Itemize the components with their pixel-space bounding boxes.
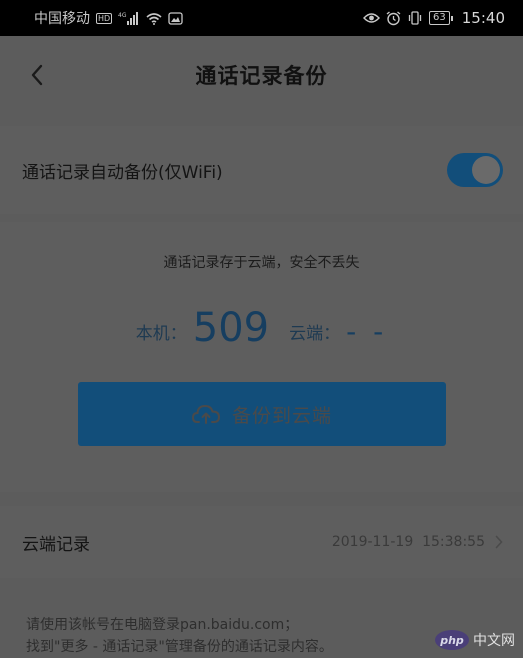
clock: 15:40 — [461, 9, 505, 27]
help-note: 请使用该帐号在电脑登录pan.baidu.com； 找到"更多 - 通话记录"管… — [26, 614, 466, 658]
auto-backup-row: 通话记录自动备份(仅WiFi) — [0, 126, 523, 214]
cloud-records-meta: 2019-11-19 15:38:55 — [332, 534, 503, 550]
wifi-icon — [146, 12, 162, 25]
auto-backup-toggle[interactable] — [447, 153, 503, 187]
backup-summary-card: 通话记录存于云端，安全不丢失 本机： 509 云端： - - 备份到云端 — [0, 222, 523, 492]
status-bar-left: 中国移动 HD 4G — [34, 8, 183, 28]
toggle-knob — [472, 156, 500, 184]
navigation-header: 通话记录备份 — [0, 36, 523, 114]
battery-icon: 63 — [429, 11, 453, 25]
watermark: php 中文网 — [435, 630, 515, 650]
vibrate-icon — [407, 11, 423, 25]
local-count-value: 509 — [192, 305, 270, 351]
auto-backup-label: 通话记录自动备份(仅WiFi) — [22, 162, 223, 183]
help-note-line-2: 找到"更多 - 通话记录"管理备份的通话记录内容。 — [26, 639, 333, 655]
image-notification-icon — [168, 11, 183, 25]
status-bar: 中国移动 HD 4G 63 15:40 — [0, 0, 523, 36]
backup-button-label: 备份到云端 — [231, 404, 332, 427]
watermark-text: 中文网 — [473, 633, 515, 649]
help-note-line-1: 请使用该帐号在电脑登录pan.baidu.com； — [26, 617, 299, 633]
local-count-label: 本机： — [135, 324, 187, 344]
cloud-count-value: - - — [346, 315, 388, 348]
alarm-icon — [386, 10, 401, 26]
cloud-count-label: 云端： — [289, 324, 341, 344]
cloud-records-label: 云端记录 — [22, 534, 90, 555]
eye-icon — [363, 12, 380, 24]
chevron-right-icon — [495, 535, 503, 549]
cloud-upload-icon — [191, 404, 220, 424]
signal-icon: 4G — [118, 11, 140, 25]
network-type: 4G — [118, 12, 127, 19]
record-counts: 本机： 509 云端： - - — [0, 292, 523, 352]
summary-subtitle: 通话记录存于云端，安全不丢失 — [163, 255, 360, 271]
hd-badge: HD — [96, 12, 113, 24]
php-logo: php — [435, 630, 469, 650]
cloud-records-row[interactable]: 云端记录 2019-11-19 15:38:55 — [0, 506, 523, 578]
carrier-name: 中国移动 — [34, 11, 90, 27]
back-button[interactable] — [22, 60, 52, 90]
last-backup-timestamp: 2019-11-19 15:38:55 — [331, 534, 485, 550]
status-bar-right: 63 15:40 — [363, 9, 505, 27]
chevron-left-icon — [31, 64, 43, 86]
backup-to-cloud-button[interactable]: 备份到云端 — [78, 382, 446, 446]
page-title: 通话记录备份 — [195, 64, 328, 88]
